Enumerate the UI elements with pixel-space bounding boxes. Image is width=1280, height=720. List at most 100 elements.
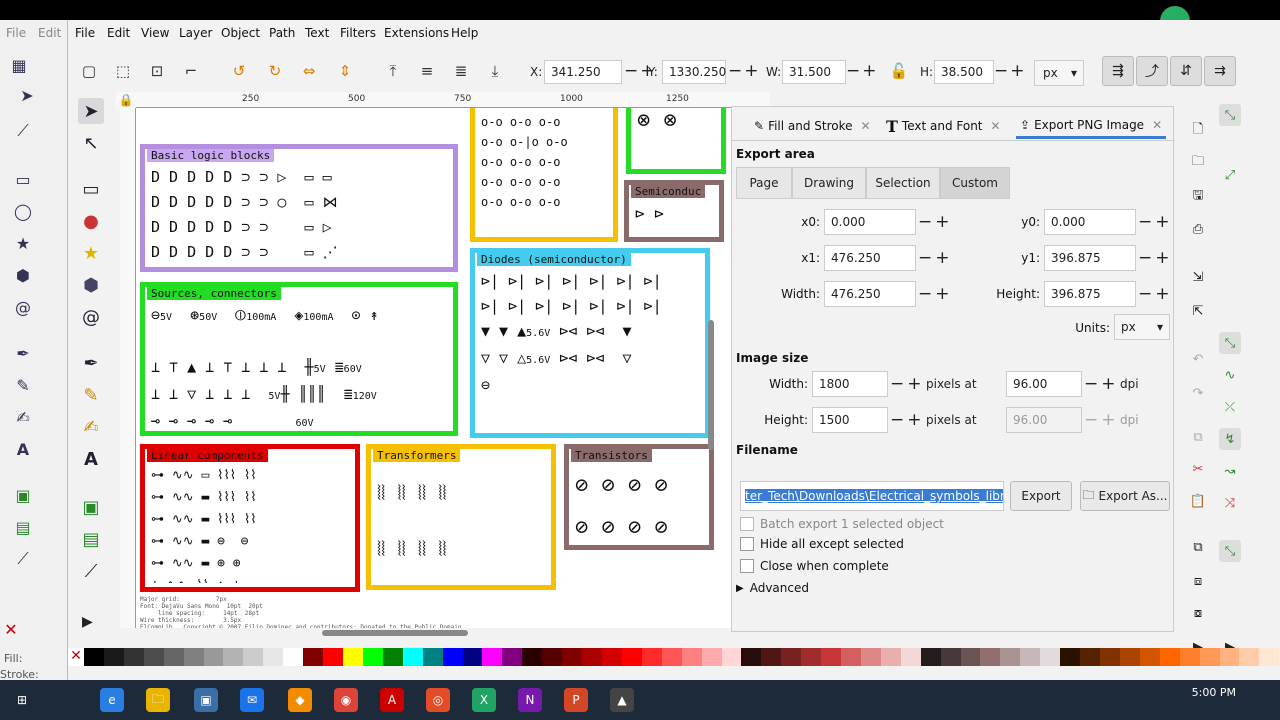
palette-swatch[interactable] <box>1080 648 1101 666</box>
palette-swatch[interactable] <box>1239 648 1260 666</box>
palette-swatch[interactable] <box>562 648 583 666</box>
node-tool-icon[interactable]: ↖ <box>78 130 104 156</box>
y1-input[interactable]: 396.875 <box>1044 245 1136 271</box>
menu-file[interactable]: File <box>75 26 95 40</box>
group-semiconductors[interactable]: Semiconduc ⊳ ⊳ <box>624 180 724 242</box>
palette-swatch[interactable] <box>940 648 961 666</box>
palette-swatch[interactable] <box>1139 648 1160 666</box>
new-doc-icon[interactable]: 🗋 <box>1187 120 1209 142</box>
scale-corners-icon[interactable]: ⤴ <box>1136 56 1168 86</box>
palette-swatch[interactable] <box>641 648 662 666</box>
group-sources-connectors[interactable]: Sources, connectors ⊖5V ⊛50V ⦶100mA ◈100… <box>140 282 458 436</box>
ellipse-tool-icon[interactable]: ● <box>78 208 104 234</box>
palette-swatch[interactable] <box>761 648 782 666</box>
close-icon[interactable]: ✕ <box>1152 118 1162 132</box>
palette-swatch[interactable] <box>980 648 1001 666</box>
scale-stroke-icon[interactable]: ⇶ <box>1102 56 1134 86</box>
tab-fill-and-stroke[interactable]: ✎ Fill and Stroke ✕ <box>750 113 875 139</box>
bg-pen-tool-icon[interactable]: ✒ <box>12 342 34 364</box>
star-tool-icon[interactable]: ★ <box>78 240 104 266</box>
onenote-icon[interactable]: N <box>518 688 542 712</box>
mail-icon[interactable]: ✉ <box>240 688 264 712</box>
bg-star-tool-icon[interactable]: ★ <box>12 232 34 254</box>
palette-swatch[interactable] <box>721 648 742 666</box>
palette-swatch[interactable] <box>1159 648 1180 666</box>
lock-guides-icon[interactable]: 🔒 <box>116 92 136 108</box>
palette-swatch[interactable] <box>781 648 802 666</box>
store-icon[interactable]: ▣ <box>194 688 218 712</box>
palette-swatch[interactable] <box>223 648 244 666</box>
y0-input[interactable]: 0.000 <box>1044 209 1136 235</box>
palette-swatch[interactable] <box>323 648 343 666</box>
hide-all-checkbox[interactable]: Hide all except selected <box>740 537 904 551</box>
group-linear-components[interactable]: Linear components ⊶ ∿∿ ▭ ⌇⌇⌇ ⌇⌇ ⊶ ∿∿ ▬ ⌇… <box>140 444 360 592</box>
flip-horizontal-icon[interactable]: ⇔ <box>296 58 322 84</box>
palette-swatch[interactable] <box>103 648 124 666</box>
group-transformers[interactable]: Transformers ⦚⦚ ⦚⦚ ⦚⦚ ⦚⦚ ⦚⦚ ⦚⦚ ⦚⦚ ⦚⦚ <box>366 444 556 590</box>
palette-swatch[interactable] <box>960 648 981 666</box>
lock-icon[interactable]: 🔓 <box>886 58 912 84</box>
palette-swatch[interactable] <box>1020 648 1041 666</box>
palette-swatch[interactable] <box>681 648 702 666</box>
powerpoint-icon[interactable]: P <box>564 688 588 712</box>
select-all-layers-icon[interactable]: ⬚ <box>110 58 136 84</box>
dpi-input[interactable]: 96.00 <box>1006 371 1082 397</box>
bg-calligraphy-tool-icon[interactable]: ✍ <box>12 406 34 428</box>
duplicate-icon[interactable]: ⧉ <box>1187 536 1209 558</box>
close-icon[interactable]: ✕ <box>991 119 1001 133</box>
rect-tool-icon[interactable]: ▭ <box>78 176 104 202</box>
bg-mesh-tool-icon[interactable]: ▤ <box>12 516 34 538</box>
raise-icon[interactable]: ≡ <box>414 58 440 84</box>
bg-select-arrow-icon[interactable]: ➤ <box>16 84 38 106</box>
vertical-scrollbar[interactable] <box>708 320 714 450</box>
palette-swatch[interactable] <box>143 648 164 666</box>
snap-nodes-icon[interactable]: ⤡ <box>1219 332 1241 354</box>
lower-icon[interactable]: ≣ <box>448 58 474 84</box>
palette-swatch[interactable] <box>860 648 881 666</box>
y0-stepper[interactable]: −+ <box>1138 211 1173 233</box>
clone-icon[interactable]: ⧈ <box>1187 570 1209 592</box>
height-stepper[interactable]: −+ <box>1138 283 1173 305</box>
width-stepper[interactable]: −+ <box>918 283 953 305</box>
snap-bbox-icon[interactable]: ⤢ <box>1219 164 1241 186</box>
snap-paths-icon[interactable]: ∿ <box>1219 364 1241 386</box>
units-select[interactable]: px ▾ <box>1034 60 1084 86</box>
bg-node-tool-icon[interactable]: ⟋ <box>12 120 34 142</box>
palette-swatch[interactable] <box>920 648 941 666</box>
batch-export-checkbox[interactable]: Batch export 1 selected object <box>740 517 944 531</box>
snap-midpoint-icon[interactable]: ⤨ <box>1219 492 1241 514</box>
area-drawing-button[interactable]: Drawing <box>792 167 866 199</box>
y1-stepper[interactable]: −+ <box>1138 247 1173 269</box>
menu-layer[interactable]: Layer <box>179 26 212 40</box>
acrobat-icon[interactable]: A <box>380 688 404 712</box>
select-all-icon[interactable]: ▢ <box>76 58 102 84</box>
y-stepper[interactable]: −+ <box>728 60 761 82</box>
rotate-cw-icon[interactable]: ↻ <box>262 58 288 84</box>
img-height-input[interactable]: 1500 <box>812 407 888 433</box>
expand-toolbox-icon[interactable]: ▶ <box>82 614 93 630</box>
snap-intersections-icon[interactable]: ⤫ <box>1219 396 1241 418</box>
bg-rect-tool-icon[interactable]: ▭ <box>12 168 34 190</box>
paste-icon[interactable]: 📋 <box>1187 490 1209 512</box>
palette-swatch[interactable] <box>84 648 104 666</box>
palette-swatch[interactable] <box>362 648 383 666</box>
mesh-tool-icon[interactable]: ▤ <box>78 526 104 552</box>
palette-swatch[interactable] <box>621 648 642 666</box>
app-icon[interactable]: ◆ <box>288 688 312 712</box>
windows-start-icon[interactable]: ⊞ <box>10 688 34 712</box>
area-selection-button[interactable]: Selection <box>866 167 940 199</box>
img-width-stepper[interactable]: −+ <box>890 373 925 395</box>
palette-swatch[interactable] <box>522 648 543 666</box>
bg-dropper-tool-icon[interactable]: ⟋ <box>12 548 34 570</box>
h-input[interactable]: 38.500 <box>934 60 994 84</box>
tab-export-png[interactable]: ⇪ Export PNG Image ✕ <box>1016 113 1167 139</box>
menu-object[interactable]: Object <box>221 26 260 40</box>
palette-swatch[interactable] <box>1259 648 1280 666</box>
menu-path[interactable]: Path <box>269 26 295 40</box>
palette-swatch[interactable] <box>1100 648 1120 666</box>
app-icon-2[interactable]: ◎ <box>426 688 450 712</box>
advanced-expander[interactable]: ▶ Advanced <box>736 581 809 595</box>
close-when-complete-checkbox[interactable]: Close when complete <box>740 559 889 573</box>
cut-icon[interactable]: ✂ <box>1187 458 1209 480</box>
bg-menu-edit[interactable]: Edit <box>38 26 61 40</box>
